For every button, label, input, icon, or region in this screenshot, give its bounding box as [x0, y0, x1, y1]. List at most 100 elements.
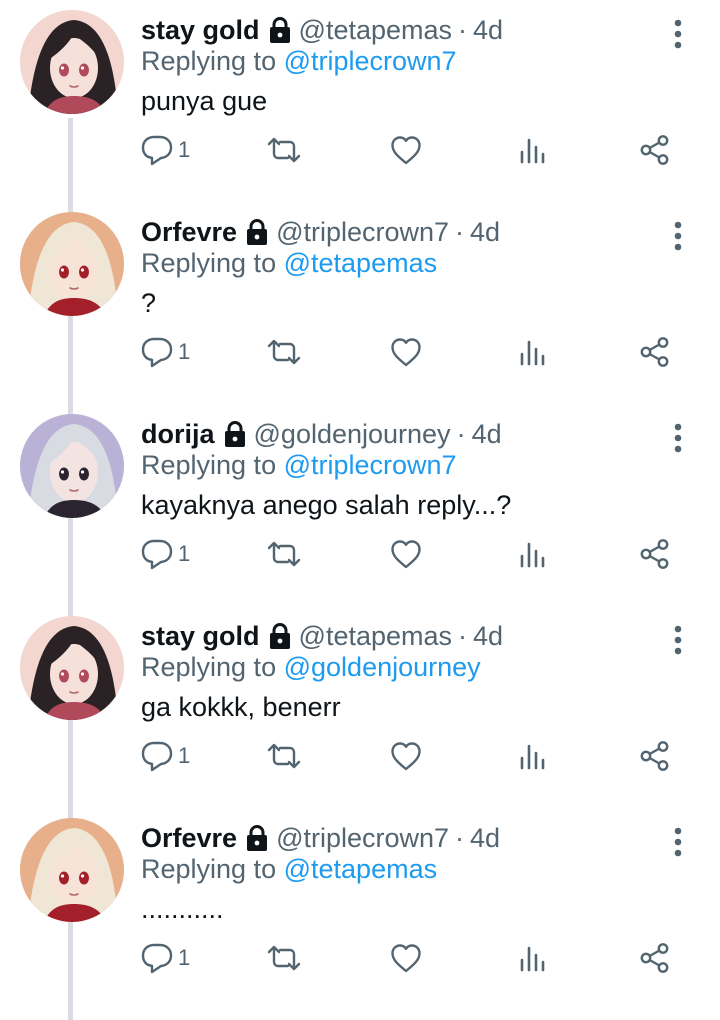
views-button[interactable] — [517, 736, 547, 776]
replying-to: Replying to @triplecrown7 — [141, 450, 457, 481]
lock-icon — [267, 16, 293, 44]
handle[interactable]: @tetapemas — [299, 621, 452, 652]
tweet[interactable]: Orfevre @triplecrown7 · 4d Replying to @… — [0, 808, 720, 1010]
views-button[interactable] — [517, 332, 547, 372]
replying-to: Replying to @goldenjourney — [141, 652, 481, 683]
more-vertical-icon[interactable] — [664, 822, 692, 862]
heart-icon — [389, 740, 423, 772]
replying-label: Replying to — [141, 248, 277, 278]
separator-dot: · — [458, 14, 468, 45]
analytics-icon — [517, 741, 547, 771]
heart-icon — [389, 538, 423, 570]
handle[interactable]: @goldenjourney — [254, 419, 451, 450]
more-vertical-icon[interactable] — [664, 216, 692, 256]
share-button[interactable] — [639, 332, 671, 372]
share-button[interactable] — [639, 736, 671, 776]
separator-dot: · — [456, 418, 466, 449]
replying-to: Replying to @tetapemas — [141, 854, 437, 885]
tweet-text: punya gue — [141, 86, 268, 116]
mention-link[interactable]: @triplecrown7 — [284, 450, 457, 480]
like-button[interactable] — [389, 534, 423, 574]
reply-icon — [140, 336, 174, 368]
reply-button[interactable]: 1 — [140, 736, 190, 776]
tweet[interactable]: Orfevre @triplecrown7 · 4d Replying to @… — [0, 202, 720, 404]
mention-link[interactable]: @goldenjourney — [284, 652, 481, 682]
tweet-header: dorija @goldenjourney · 4d — [141, 416, 502, 452]
action-bar: 1 — [0, 736, 720, 776]
like-button[interactable] — [389, 938, 423, 978]
like-button[interactable] — [389, 130, 423, 170]
heart-icon — [389, 134, 423, 166]
share-icon — [639, 942, 671, 974]
display-name[interactable]: Orfevre — [141, 823, 237, 854]
avatar[interactable] — [20, 212, 124, 316]
heart-icon — [389, 336, 423, 368]
separator-dot: · — [455, 216, 465, 247]
reply-button[interactable]: 1 — [140, 534, 190, 574]
reply-button[interactable]: 1 — [140, 332, 190, 372]
heart-icon — [389, 942, 423, 974]
avatar[interactable] — [20, 818, 124, 922]
views-button[interactable] — [517, 534, 547, 574]
retweet-button[interactable] — [264, 332, 304, 372]
reply-button[interactable]: 1 — [140, 938, 190, 978]
retweet-button[interactable] — [264, 130, 304, 170]
tweet-header: Orfevre @triplecrown7 · 4d — [141, 214, 500, 250]
retweet-icon — [264, 943, 304, 973]
handle[interactable]: @triplecrown7 — [276, 823, 449, 854]
reply-count: 1 — [178, 339, 191, 364]
handle[interactable]: @tetapemas — [299, 15, 452, 46]
reply-button[interactable]: 1 — [140, 130, 190, 170]
more-vertical-icon[interactable] — [664, 620, 692, 660]
display-name[interactable]: stay gold — [141, 15, 260, 46]
reply-count: 1 — [178, 945, 191, 970]
mention-link[interactable]: @tetapemas — [284, 248, 437, 278]
more-vertical-icon[interactable] — [664, 14, 692, 54]
handle[interactable]: @triplecrown7 — [276, 217, 449, 248]
tweet-header: Orfevre @triplecrown7 · 4d — [141, 820, 500, 856]
display-name[interactable]: stay gold — [141, 621, 260, 652]
avatar[interactable] — [20, 616, 124, 720]
timestamp[interactable]: 4d — [470, 823, 500, 854]
replying-to: Replying to @triplecrown7 — [141, 46, 457, 77]
tweet[interactable]: stay gold @tetapemas · 4d Replying to @g… — [0, 606, 720, 808]
share-button[interactable] — [639, 938, 671, 978]
reply-count: 1 — [178, 743, 191, 768]
mention-link[interactable]: @triplecrown7 — [284, 46, 457, 76]
views-button[interactable] — [517, 938, 547, 978]
retweet-button[interactable] — [264, 938, 304, 978]
avatar[interactable] — [20, 10, 124, 114]
reply-icon — [140, 134, 174, 166]
retweet-button[interactable] — [264, 534, 304, 574]
analytics-icon — [517, 943, 547, 973]
analytics-icon — [517, 337, 547, 367]
reply-count: 1 — [178, 137, 191, 162]
timestamp[interactable]: 4d — [473, 15, 503, 46]
retweet-icon — [264, 337, 304, 367]
tweet-text: ........... — [141, 894, 224, 924]
more-vertical-icon[interactable] — [664, 418, 692, 458]
like-button[interactable] — [389, 736, 423, 776]
tweet-text: kayaknya anego salah reply...? — [141, 490, 512, 520]
lock-icon — [244, 218, 270, 246]
share-button[interactable] — [639, 130, 671, 170]
share-icon — [639, 538, 671, 570]
timestamp[interactable]: 4d — [470, 217, 500, 248]
retweet-button[interactable] — [264, 736, 304, 776]
tweet[interactable]: stay gold @tetapemas · 4d Replying to @t… — [0, 0, 720, 202]
share-button[interactable] — [639, 534, 671, 574]
views-button[interactable] — [517, 130, 547, 170]
tweet-header: stay gold @tetapemas · 4d — [141, 618, 503, 654]
timestamp[interactable]: 4d — [473, 621, 503, 652]
display-name[interactable]: Orfevre — [141, 217, 237, 248]
tweet[interactable]: dorija @goldenjourney · 4d Replying to @… — [0, 404, 720, 606]
action-bar: 1 — [0, 938, 720, 978]
tweet-text: ? — [141, 288, 157, 318]
lock-icon — [267, 622, 293, 650]
timestamp[interactable]: 4d — [472, 419, 502, 450]
mention-link[interactable]: @tetapemas — [284, 854, 437, 884]
display-name[interactable]: dorija — [141, 419, 215, 450]
retweet-icon — [264, 135, 304, 165]
like-button[interactable] — [389, 332, 423, 372]
avatar[interactable] — [20, 414, 124, 518]
